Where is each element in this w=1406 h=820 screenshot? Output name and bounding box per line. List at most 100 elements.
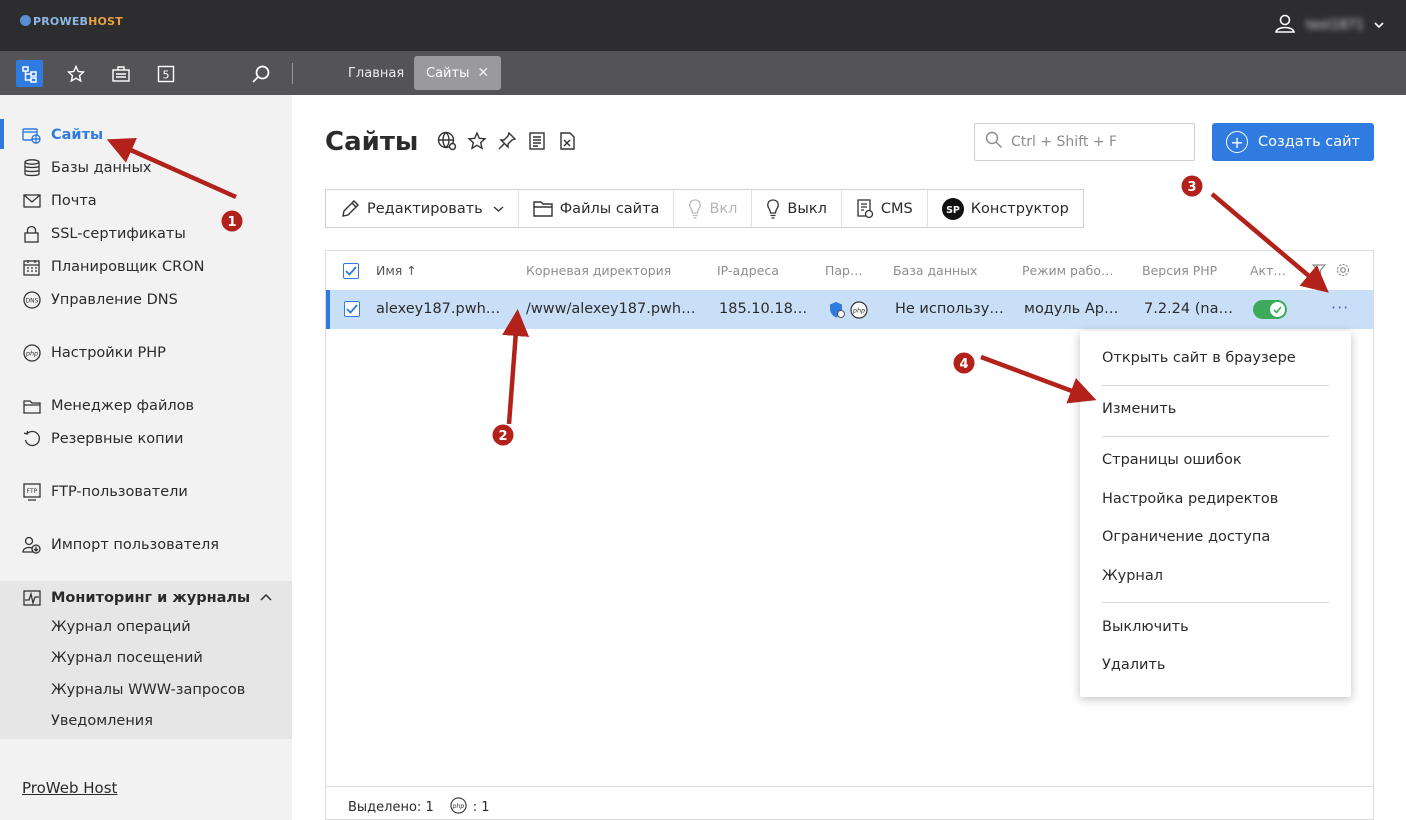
column-header-database[interactable]: База данных — [893, 263, 977, 278]
menu-divider — [1102, 385, 1329, 386]
cms-icon — [856, 198, 874, 219]
menu-item-edit[interactable]: Изменить — [1102, 401, 1176, 417]
active-toggle[interactable] — [1253, 300, 1287, 319]
sidebar-subitem-visits-log[interactable]: Журнал посещений — [51, 650, 203, 666]
sidebar-item-label: SSL-сертификаты — [51, 226, 186, 242]
enable-button[interactable]: Вкл — [674, 190, 753, 227]
cell-ip: 185.10.18… — [719, 301, 808, 317]
php-icon: php — [850, 301, 868, 323]
table-row[interactable]: alexey187.pwh… /www/alexey187.pwh… 185.1… — [326, 290, 1373, 329]
edit-button[interactable]: Редактировать — [326, 190, 519, 227]
search-input[interactable]: Ctrl + Shift + F — [974, 123, 1195, 161]
menu-item-delete[interactable]: Удалить — [1102, 657, 1165, 673]
context-menu: Открыть сайт в браузере Изменить Страниц… — [1080, 331, 1351, 697]
sidebar-item-cron[interactable]: Планировщик CRON — [22, 256, 205, 278]
sidebar-item-backups[interactable]: Резервные копии — [22, 428, 183, 450]
sidebar-item-php[interactable]: php Настройки PHP — [22, 342, 166, 364]
sidebar-subitem-operations-log[interactable]: Журнал операций — [51, 619, 191, 635]
cell-root: /www/alexey187.pwh… — [526, 301, 696, 317]
sidebar-item-databases[interactable]: Базы данных — [22, 157, 152, 179]
sidebar-item-dns[interactable]: DNS Управление DNS — [22, 289, 178, 311]
filter-icon[interactable] — [1311, 262, 1327, 281]
site-files-button[interactable]: Файлы сайта — [519, 190, 675, 227]
sidebar-item-label: Почта — [51, 193, 97, 209]
folder-icon — [533, 200, 553, 217]
pin-icon[interactable] — [497, 131, 517, 155]
plus-icon: + — [1226, 131, 1249, 153]
globe-icon[interactable] — [437, 131, 457, 155]
sidebar-item-label: Сайты — [51, 127, 104, 143]
main-toolbar: 5 Главная Сайты ✕ — [0, 51, 1406, 95]
star-icon[interactable] — [62, 60, 89, 87]
monitoring-icon — [22, 589, 41, 608]
sidebar-group-monitoring[interactable]: Мониторинг и журналы — [22, 587, 272, 609]
annotation-number: 3 — [1187, 180, 1196, 195]
column-header-ip[interactable]: IP-адреса — [717, 263, 779, 278]
builder-label: Конструктор — [970, 200, 1069, 217]
column-header-active[interactable]: Акт… — [1250, 263, 1286, 278]
user-icon — [1274, 13, 1296, 37]
menu-item-open-in-browser[interactable]: Открыть сайт в браузере — [1102, 350, 1296, 366]
sidebar-item-import-user[interactable]: Импорт пользователя — [22, 534, 219, 556]
sidebar-item-label: Планировщик CRON — [51, 259, 205, 275]
sidebar-item-sites[interactable]: Сайты — [22, 124, 103, 146]
user-name: test1871 — [1305, 17, 1364, 33]
footer-link-proweb[interactable]: ProWeb Host — [22, 779, 117, 797]
import-user-icon — [22, 536, 41, 555]
briefcase-icon[interactable] — [107, 60, 134, 87]
select-all-checkbox[interactable] — [343, 263, 359, 279]
shield-gear-icon — [828, 301, 846, 323]
column-header-mode[interactable]: Режим рабо… — [1022, 263, 1113, 278]
search-icon[interactable] — [247, 60, 274, 87]
lightbulb-off-icon — [766, 198, 780, 219]
more-actions-icon[interactable]: ··· — [1331, 298, 1349, 317]
status-bar: Выделено: 1 php : 1 — [326, 786, 1373, 819]
tab-home[interactable]: Главная — [336, 56, 416, 90]
toolbar-divider — [292, 63, 293, 84]
calendar-icon — [22, 258, 41, 277]
column-header-php[interactable]: Версия PHP — [1142, 263, 1217, 278]
star-icon[interactable] — [467, 131, 487, 155]
gear-icon[interactable] — [1336, 262, 1350, 281]
user-menu[interactable]: test1871 — [1274, 13, 1384, 37]
page-title: Сайты — [325, 127, 419, 157]
site-files-label: Файлы сайта — [559, 200, 660, 217]
disable-button[interactable]: Выкл — [752, 190, 842, 227]
close-icon[interactable]: ✕ — [477, 65, 489, 81]
cell-database: Не использу… — [895, 301, 1004, 317]
document-list-icon[interactable] — [527, 131, 547, 155]
menu-divider — [1102, 602, 1329, 603]
column-header-params[interactable]: Пар… — [825, 263, 863, 278]
sp-logo-icon: SP — [941, 197, 964, 220]
sidebar-item-file-manager[interactable]: Менеджер файлов — [22, 395, 194, 417]
column-header-root[interactable]: Корневая директория — [526, 263, 671, 278]
menu-item-error-pages[interactable]: Страницы ошибок — [1102, 452, 1242, 468]
column-header-name[interactable]: Имя ↑ — [376, 263, 417, 278]
sitemap-icon[interactable] — [16, 60, 43, 87]
sidebar-item-mail[interactable]: Почта — [22, 190, 97, 212]
sidebar-subitem-www-logs[interactable]: Журналы WWW-запросов — [51, 682, 245, 698]
logo[interactable]: PROWEBHOST — [20, 15, 123, 28]
create-site-button[interactable]: + Создать сайт — [1212, 123, 1374, 161]
row-checkbox[interactable] — [344, 301, 360, 317]
cms-button[interactable]: CMS — [842, 190, 928, 227]
cell-mode: модуль Ap… — [1024, 301, 1119, 317]
title-icons — [437, 131, 577, 155]
svg-text:DNS: DNS — [25, 298, 38, 305]
export-excel-icon[interactable] — [557, 131, 577, 155]
mail-icon — [22, 192, 41, 211]
menu-item-disable[interactable]: Выключить — [1102, 619, 1189, 635]
sidebar-subitem-notifications[interactable]: Уведомления — [51, 713, 153, 729]
sidebar-item-label: Управление DNS — [51, 292, 178, 308]
sidebar-item-ssl[interactable]: SSL-сертификаты — [22, 223, 186, 245]
lightbulb-icon — [688, 198, 702, 219]
menu-item-redirects[interactable]: Настройка редиректов — [1102, 491, 1278, 507]
php5-icon[interactable]: 5 — [152, 60, 179, 87]
menu-item-access-restriction[interactable]: Ограничение доступа — [1102, 529, 1270, 545]
sidebar-item-ftp[interactable]: FTP FTP-пользователи — [22, 481, 188, 503]
menu-item-log[interactable]: Журнал — [1102, 568, 1163, 584]
php-icon: php — [450, 797, 467, 818]
tab-sites[interactable]: Сайты ✕ — [414, 56, 502, 90]
builder-button[interactable]: SP Конструктор — [928, 190, 1083, 227]
disable-label: Выкл — [787, 200, 827, 217]
